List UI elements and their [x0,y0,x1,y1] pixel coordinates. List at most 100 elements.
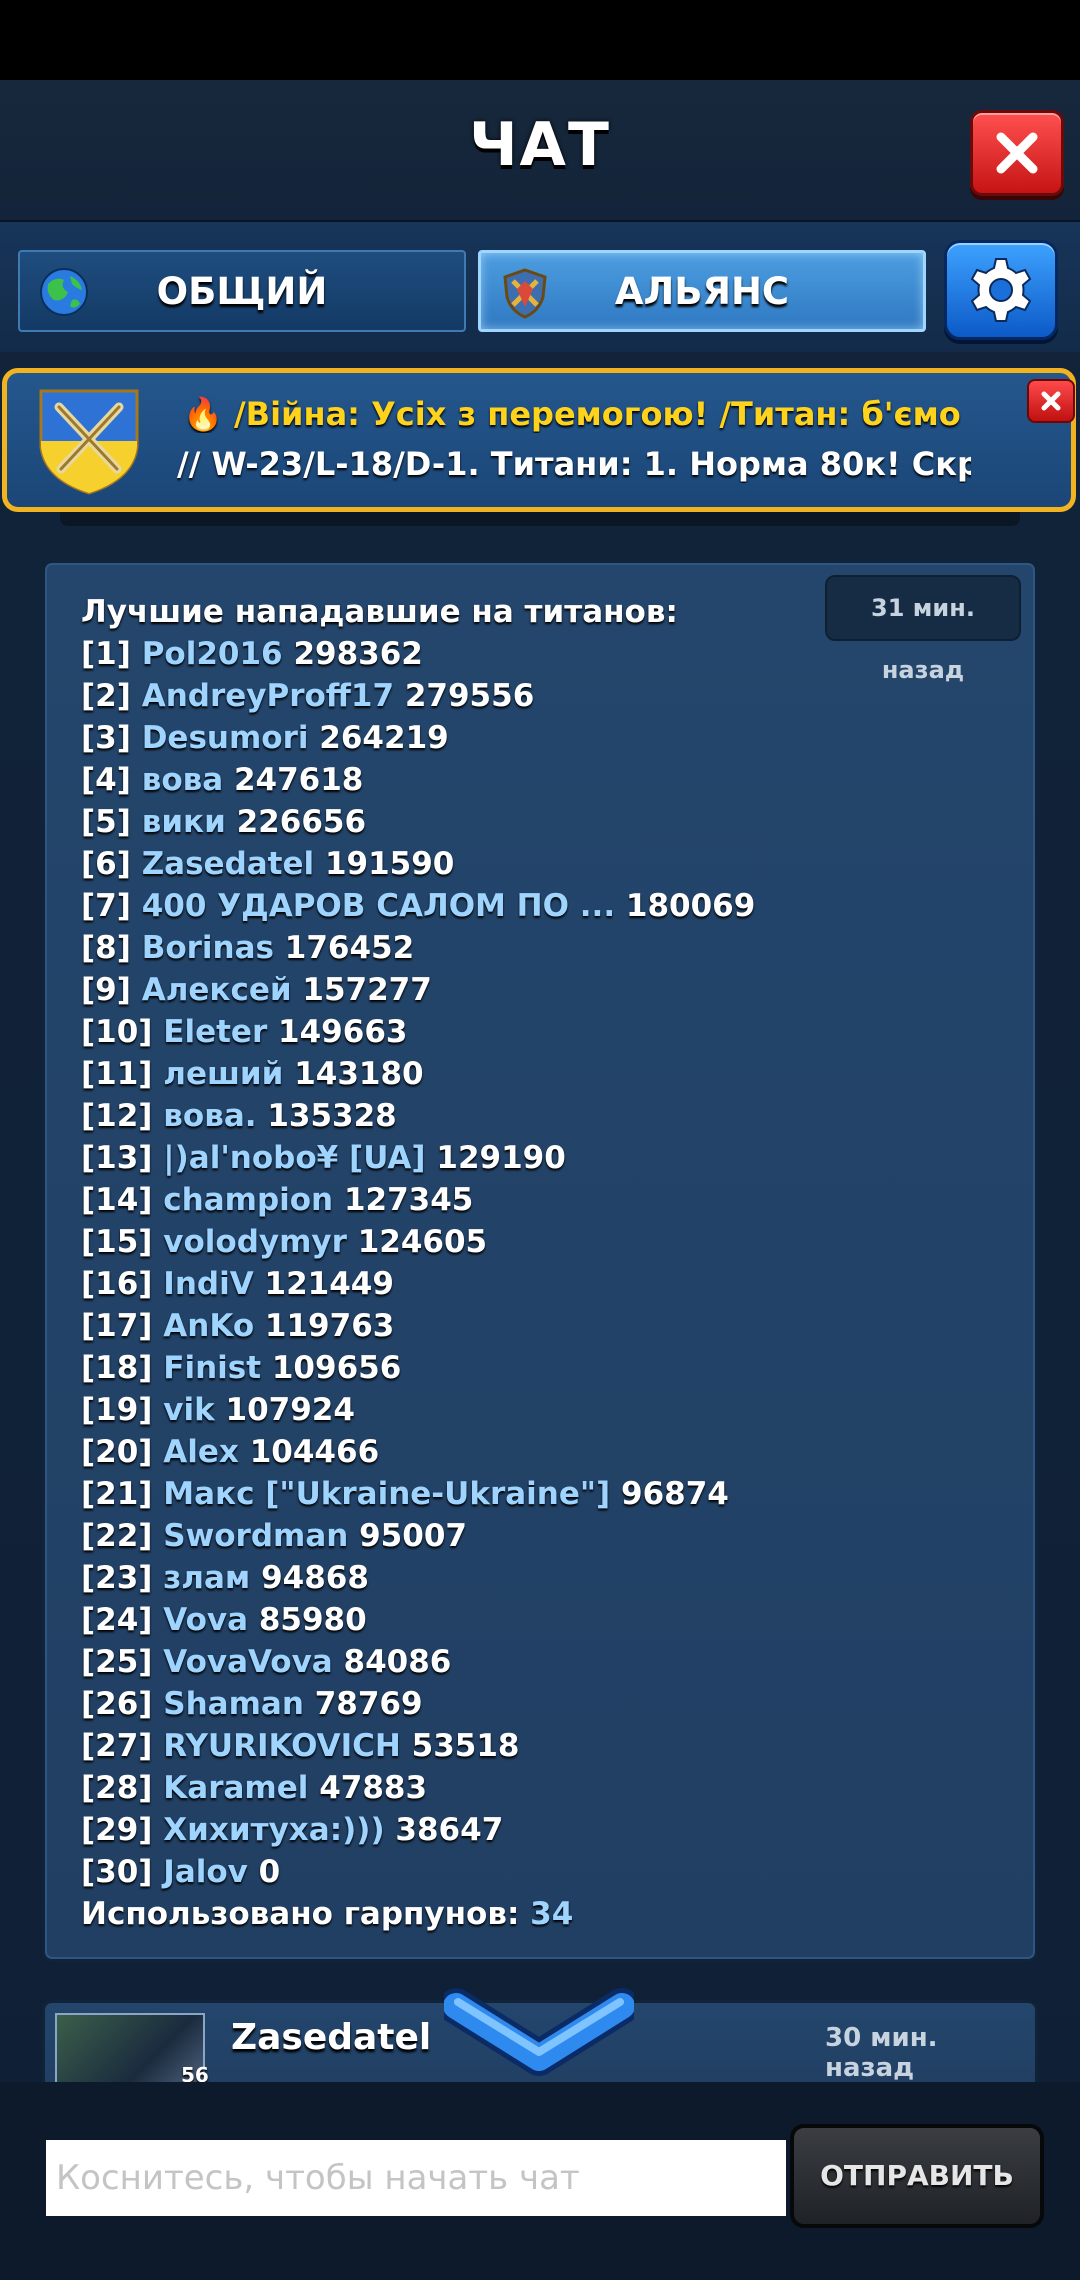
leaderboard-rank: [3] [81,720,131,756]
leaderboard-score: 143180 [294,1056,424,1092]
leaderboard-score: 135328 [267,1098,397,1134]
tab-alliance[interactable]: АЛЬЯНС [478,250,926,332]
chat-input[interactable] [46,2140,786,2216]
leaderboard-player-name[interactable]: Макс ["Ukraine-Ukraine"] [163,1476,610,1512]
leaderboard-player-name[interactable]: Swordman [163,1518,348,1554]
leaderboard-player-name[interactable]: леший [163,1056,283,1092]
leaderboard-row: [23] злам 94868 [81,1557,1015,1599]
leaderboard-score: 226656 [236,804,367,840]
leaderboard-player-name[interactable]: VovaVova [163,1644,332,1680]
leaderboard-score: 129190 [436,1140,566,1176]
message-author[interactable]: Zasedatel [231,2017,431,2058]
status-bar [0,0,1080,80]
tab-alliance-label: АЛЬЯНС [614,269,790,313]
leaderboard-score: 247618 [233,762,364,798]
pinned-line-2: // W-23/L-18/D-1. Титани: 1. Норма 80к! … [177,445,971,483]
leaderboard-row: [16] IndiV 121449 [81,1263,1015,1305]
leaderboard-rank: [4] [81,762,131,798]
leaderboard-player-name[interactable]: Eleter [163,1014,267,1050]
close-button[interactable] [970,110,1064,196]
leaderboard-row: [20] Alex 104466 [81,1431,1015,1473]
leaderboard-player-name[interactable]: Karamel [163,1770,308,1806]
leaderboard-player-name[interactable]: вова [142,762,223,798]
leaderboard-row: [11] леший 143180 [81,1053,1015,1095]
leaderboard-row: [27] RYURIKOVICH 53518 [81,1725,1015,1767]
leaderboard-score: 119763 [264,1308,395,1344]
send-button[interactable]: ОТПРАВИТЬ [790,2124,1044,2228]
leaderboard-player-name[interactable]: Хихитуха:))) [163,1812,384,1848]
leaderboard-row: [30] Jalov 0 [81,1851,1015,1893]
leaderboard-rank: [15] [81,1224,153,1260]
leaderboard-rank: [16] [81,1266,153,1302]
leaderboard-row: [2] AndreyProff17 279556 [81,675,1015,717]
leaderboard-score: 96874 [621,1476,729,1512]
pinned-message[interactable]: 🔥 /Війна: Усіх з перемогою! /Титан: б'єм… [2,368,1076,512]
leaderboard-player-name[interactable]: Desumori [142,720,309,756]
message-body: Лучшие нападавшие на титанов: [1] Pol201… [81,591,1015,1935]
close-icon [996,132,1038,174]
leaderboard-player-name[interactable]: Jalov [163,1854,248,1890]
settings-button[interactable] [944,240,1058,340]
leaderboard-player-name[interactable]: 400 УДАРОВ САЛОМ ПО ... [142,888,615,924]
leaderboard-score: 298362 [293,636,423,672]
leaderboard-rank: [5] [81,804,131,840]
leaderboard-score: 121449 [264,1266,394,1302]
leaderboard-row: [14] champion 127345 [81,1179,1015,1221]
leaderboard-player-name[interactable]: |)al'nobo¥ [UA] [163,1140,425,1176]
leaderboard-player-name[interactable]: volodymyr [163,1224,347,1260]
leaderboard-rank: [8] [81,930,131,966]
message-timestamp: 30 мин. назад [825,2023,938,2083]
leaderboard-player-name[interactable]: злам [163,1560,250,1596]
pinned-close-button[interactable] [1027,379,1075,423]
leaderboard-player-name[interactable]: Алексей [142,972,292,1008]
leaderboard-player-name[interactable]: Vova [163,1602,248,1638]
leaderboard-rank: [17] [81,1308,153,1344]
leaderboard-rank: [18] [81,1350,153,1386]
leaderboard-rank: [19] [81,1392,153,1428]
leaderboard-player-name[interactable]: Shaman [163,1686,304,1722]
leaderboard-row: [13] |)al'nobo¥ [UA] 129190 [81,1137,1015,1179]
leaderboard-player-name[interactable]: вова. [163,1098,256,1134]
chevron-down-icon [444,1988,634,2076]
tab-general[interactable]: ОБЩИЙ [18,250,466,332]
leaderboard-rank: [10] [81,1014,153,1050]
leaderboard-score: 264219 [319,720,449,756]
leaderboard-row: [12] вова. 135328 [81,1095,1015,1137]
leaderboard-score: 0 [258,1854,281,1890]
leaderboard-rank: [24] [81,1602,153,1638]
leaderboard-rank: [23] [81,1560,153,1596]
leaderboard-score: 47883 [319,1770,428,1806]
leaderboard-row: [24] Vova 85980 [81,1599,1015,1641]
scroll-down-button[interactable] [444,1980,634,2080]
leaderboard-score: 127345 [343,1182,474,1218]
leaderboard-row: [8] Borinas 176452 [81,927,1015,969]
pinned-title: /Війна: Усіх з перемогою! /Титан: б'ємо!… [233,395,961,433]
leaderboard-player-name[interactable]: RYURIKOVICH [163,1728,401,1764]
leaderboard-player-name[interactable]: AnKo [163,1308,254,1344]
leaderboard-player-name[interactable]: Pol2016 [142,636,283,672]
leaderboard-player-name[interactable]: Alex [163,1434,239,1470]
leaderboard-row: [5] вики 226656 [81,801,1015,843]
leaderboard-player-name[interactable]: IndiV [163,1266,253,1302]
leaderboard-player-name[interactable]: Zasedatel [142,846,314,882]
leaderboard-player-name[interactable]: AndreyProff17 [142,678,394,714]
leaderboard-rank: [9] [81,972,131,1008]
leaderboard-row: [9] Алексей 157277 [81,969,1015,1011]
message-heading: Лучшие нападавшие на титанов: [81,594,678,630]
leaderboard-score: 84086 [343,1644,452,1680]
leaderboard-rank: [11] [81,1056,153,1092]
leaderboard-row: [21] Макс ["Ukraine-Ukraine"] 96874 [81,1473,1015,1515]
leaderboard-player-name[interactable]: champion [163,1182,333,1218]
leaderboard-row: [19] vik 107924 [81,1389,1015,1431]
leaderboard-score: 180069 [625,888,756,924]
leaderboard-row: [10] Eleter 149663 [81,1011,1015,1053]
leaderboard-rank: [14] [81,1182,153,1218]
leaderboard-player-name[interactable]: вики [142,804,226,840]
leaderboard-player-name[interactable]: vik [163,1392,214,1428]
leaderboard-rank: [20] [81,1434,153,1470]
leaderboard-player-name[interactable]: Finist [163,1350,261,1386]
leaderboard-rank: [30] [81,1854,153,1890]
leaderboard-score: 53518 [411,1728,520,1764]
leaderboard-player-name[interactable]: Borinas [142,930,274,966]
leaderboard-score: 85980 [258,1602,367,1638]
